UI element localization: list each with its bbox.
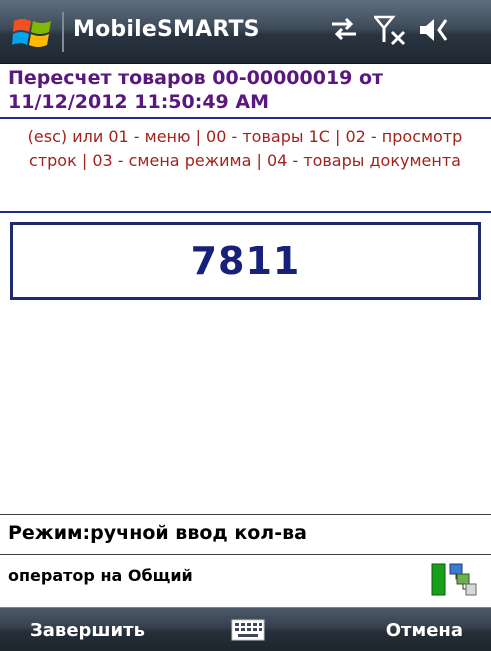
app-title: MobileSMARTS [73, 17, 260, 42]
signal-no-service-icon[interactable] [374, 15, 408, 47]
finish-button[interactable]: Завершить [30, 620, 145, 641]
title-bar: MobileSMARTS [0, 0, 491, 64]
divider-operator [0, 554, 491, 555]
divider-middle [0, 211, 491, 213]
title-separator [62, 12, 64, 52]
input-value: 7811 [190, 239, 301, 283]
document-title: Пересчет товаров 00-00000019 от 11/12/20… [8, 67, 384, 113]
windows-start-icon[interactable] [12, 14, 54, 52]
keyboard-icon[interactable] [231, 618, 265, 642]
mode-status: Режим:ручной ввод кол-ва [8, 522, 307, 544]
connectivity-icon[interactable] [329, 15, 359, 43]
operator-status: оператор на Общий [8, 566, 193, 585]
menu-hint: (esc) или 01 - меню | 00 - товары 1С | 0… [27, 127, 463, 170]
connection-status-icon [431, 563, 477, 596]
soft-key-bar: Завершить Отмена [0, 607, 491, 651]
volume-icon[interactable] [418, 15, 452, 45]
divider-status [0, 514, 491, 515]
cancel-button[interactable]: Отмена [386, 620, 463, 641]
divider-top [0, 117, 491, 119]
barcode-input[interactable]: 7811 [10, 222, 481, 300]
